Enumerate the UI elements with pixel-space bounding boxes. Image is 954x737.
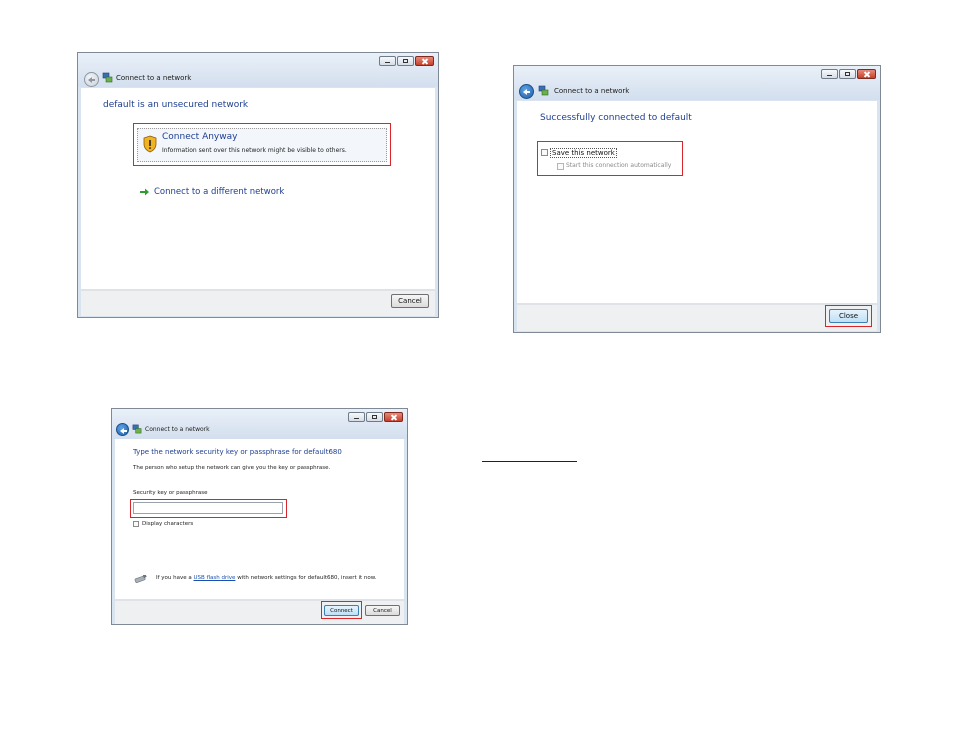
green-arrow-icon [140,188,149,196]
connect-button[interactable]: Connect [324,605,359,616]
dialog-security-key: Connect to a network Type the network se… [111,408,408,625]
window-controls [821,69,876,81]
maximize-button[interactable] [397,56,414,66]
page-heading: default is an unsecured network [103,100,249,110]
close-window-button[interactable] [384,412,403,422]
back-button[interactable] [116,423,129,436]
dialog-connected: Connect to a network Successfully connec… [513,65,881,333]
start-automatically-label[interactable]: Start this connection automatically [566,162,671,169]
page-subtext: The person who setup the network can giv… [133,465,331,471]
footer-bar [517,304,877,331]
window-controls [379,56,434,68]
close-window-button[interactable] [415,56,434,66]
usb-hint: If you have a USB flash drive with netwo… [156,575,376,581]
window-title: Connect to a network [554,87,630,95]
start-automatically-checkbox[interactable] [557,163,564,170]
usb-flash-drive-link[interactable]: USB flash drive [194,575,236,581]
minimize-button[interactable] [821,69,838,79]
connect-anyway-description: Information sent over this network might… [162,147,347,154]
usb-drive-icon [134,575,147,583]
save-network-highlight [537,141,683,176]
display-characters-checkbox[interactable] [133,521,139,527]
page-heading: Type the network security key or passphr… [133,448,342,456]
maximize-button[interactable] [839,69,856,79]
cancel-button[interactable]: Cancel [391,294,429,308]
content-area: default is an unsecured network Connect … [81,88,435,289]
connect-different-network-link[interactable]: Connect to a different network [154,187,284,197]
page-heading: Successfully connected to default [540,113,692,123]
footer-bar [81,290,435,316]
window-controls [348,412,403,424]
security-key-input[interactable] [133,502,283,514]
minimize-button[interactable] [348,412,365,422]
content-area: Successfully connected to default Save t… [517,101,877,303]
network-icon [538,85,549,96]
cancel-button[interactable]: Cancel [365,605,400,616]
network-icon [102,72,113,83]
content-area: Type the network security key or passphr… [115,439,404,599]
network-icon [132,424,142,434]
display-characters-label[interactable]: Display characters [142,521,193,527]
usb-hint-text-after: with network settings for default680, in… [237,575,377,581]
save-network-label[interactable]: Save this network [550,148,617,158]
connect-anyway-option[interactable]: Connect Anyway Information sent over thi… [137,128,387,162]
back-button[interactable] [519,84,534,99]
close-button[interactable]: Close [829,309,868,323]
close-window-button[interactable] [857,69,876,79]
connect-anyway-title: Connect Anyway [162,132,238,142]
window-title: Connect to a network [116,74,192,82]
security-key-label: Security key or passphrase [133,490,208,496]
underline-rule [482,461,577,462]
dialog-unsecured-network: Connect to a network default is an unsec… [77,52,439,318]
minimize-button[interactable] [379,56,396,66]
window-title: Connect to a network [145,426,210,433]
usb-hint-text-before: If you have a [156,575,192,581]
save-network-checkbox[interactable] [541,149,548,156]
back-button[interactable] [84,72,99,87]
security-shield-icon [143,135,157,153]
maximize-button[interactable] [366,412,383,422]
